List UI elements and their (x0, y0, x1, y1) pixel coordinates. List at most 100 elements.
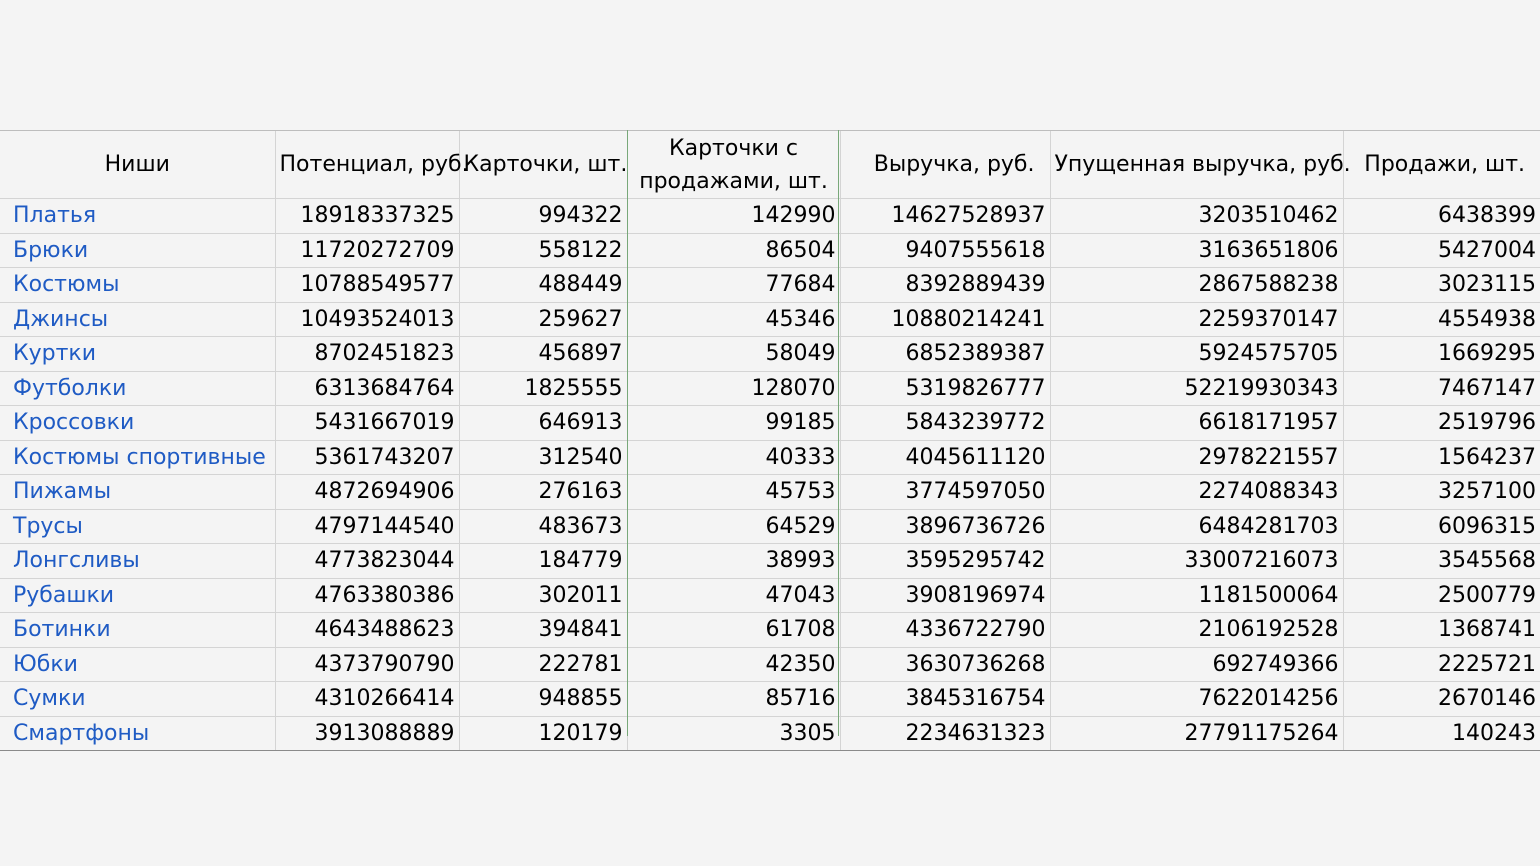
cell-lost-revenue[interactable]: 27791175264 (1049, 716, 1343, 751)
cell-cards[interactable]: 558122 (458, 233, 627, 268)
cell-cards-with-sales[interactable]: 77684 (626, 267, 840, 303)
niche-link[interactable]: Брюки (13, 238, 88, 263)
cell-revenue[interactable]: 3896736726 (839, 509, 1050, 544)
cell-revenue[interactable]: 4045611120 (839, 440, 1050, 475)
cell-lost-revenue[interactable]: 2106192528 (1049, 612, 1343, 648)
cell-potential[interactable]: 4797144540 (274, 509, 459, 544)
cell-sales[interactable]: 2670146 (1342, 681, 1540, 717)
cell-sales[interactable]: 3023115 (1342, 267, 1540, 303)
cell-niche[interactable]: Платья (0, 198, 275, 234)
cell-lost-revenue[interactable]: 2867588238 (1049, 267, 1343, 303)
cell-cards[interactable]: 456897 (458, 336, 627, 372)
cell-cards-with-sales[interactable]: 40333 (626, 440, 840, 475)
cell-niche[interactable]: Смартфоны (0, 716, 275, 751)
cell-cards-with-sales[interactable]: 99185 (626, 405, 840, 441)
cell-cards[interactable]: 488449 (458, 267, 627, 303)
cell-lost-revenue[interactable]: 2978221557 (1049, 440, 1343, 475)
cell-cards[interactable]: 302011 (458, 578, 627, 613)
cell-lost-revenue[interactable]: 692749366 (1049, 647, 1343, 682)
cell-sales[interactable]: 1669295 (1342, 336, 1540, 372)
cell-cards[interactable]: 222781 (458, 647, 627, 682)
cell-potential[interactable]: 6313684764 (274, 371, 459, 406)
cell-cards-with-sales[interactable]: 42350 (626, 647, 840, 682)
cell-cards-with-sales[interactable]: 142990 (626, 198, 840, 234)
cell-revenue[interactable]: 3845316754 (839, 681, 1050, 717)
header-sales[interactable]: Продажи, шт. (1342, 130, 1540, 199)
cell-lost-revenue[interactable]: 6484281703 (1049, 509, 1343, 544)
cell-cards-with-sales[interactable]: 58049 (626, 336, 840, 372)
niche-link[interactable]: Пижамы (13, 479, 111, 504)
cell-cards-with-sales[interactable]: 86504 (626, 233, 840, 268)
cell-potential[interactable]: 5361743207 (274, 440, 459, 475)
cell-sales[interactable]: 1564237 (1342, 440, 1540, 475)
cell-cards[interactable]: 312540 (458, 440, 627, 475)
cell-cards[interactable]: 394841 (458, 612, 627, 648)
cell-sales[interactable]: 2225721 (1342, 647, 1540, 682)
cell-lost-revenue[interactable]: 33007216073 (1049, 543, 1343, 579)
cell-cards[interactable]: 120179 (458, 716, 627, 751)
cell-revenue[interactable]: 3774597050 (839, 474, 1050, 510)
niche-link[interactable]: Кроссовки (13, 410, 134, 435)
cell-niche[interactable]: Футболки (0, 371, 275, 406)
niche-link[interactable]: Футболки (13, 376, 126, 401)
cell-potential[interactable]: 4643488623 (274, 612, 459, 648)
cell-sales[interactable]: 7467147 (1342, 371, 1540, 406)
cell-sales[interactable]: 6096315 (1342, 509, 1540, 544)
cell-revenue[interactable]: 6852389387 (839, 336, 1050, 372)
cell-niche[interactable]: Кроссовки (0, 405, 275, 441)
cell-potential[interactable]: 10493524013 (274, 302, 459, 337)
cell-niche[interactable]: Куртки (0, 336, 275, 372)
cell-niche[interactable]: Брюки (0, 233, 275, 268)
niche-link[interactable]: Ботинки (13, 617, 111, 642)
cell-potential[interactable]: 3913088889 (274, 716, 459, 751)
cell-revenue[interactable]: 10880214241 (839, 302, 1050, 337)
cell-cards-with-sales[interactable]: 64529 (626, 509, 840, 544)
cell-cards[interactable]: 948855 (458, 681, 627, 717)
cell-potential[interactable]: 4872694906 (274, 474, 459, 510)
cell-lost-revenue[interactable]: 2274088343 (1049, 474, 1343, 510)
niche-link[interactable]: Куртки (13, 341, 96, 366)
cell-cards[interactable]: 646913 (458, 405, 627, 441)
niche-link[interactable]: Костюмы спортивные (13, 445, 266, 470)
header-revenue[interactable]: Выручка, руб. (839, 130, 1050, 199)
cell-cards-with-sales[interactable]: 45753 (626, 474, 840, 510)
cell-revenue[interactable]: 3908196974 (839, 578, 1050, 613)
header-potential[interactable]: Потенциал, руб. (274, 130, 469, 199)
cell-niche[interactable]: Трусы (0, 509, 275, 544)
cell-lost-revenue[interactable]: 7622014256 (1049, 681, 1343, 717)
cell-potential[interactable]: 5431667019 (274, 405, 459, 441)
cell-niche[interactable]: Пижамы (0, 474, 275, 510)
cell-lost-revenue[interactable]: 2259370147 (1049, 302, 1343, 337)
cell-cards[interactable]: 483673 (458, 509, 627, 544)
cell-sales[interactable]: 2500779 (1342, 578, 1540, 613)
cell-cards-with-sales[interactable]: 85716 (626, 681, 840, 717)
cell-revenue[interactable]: 3630736268 (839, 647, 1050, 682)
cell-cards-with-sales[interactable]: 61708 (626, 612, 840, 648)
cell-sales[interactable]: 2519796 (1342, 405, 1540, 441)
header-cards-with-sales[interactable]: Карточки с продажами, шт. (626, 130, 840, 199)
cell-potential[interactable]: 4773823044 (274, 543, 459, 579)
header-niches[interactable]: Ниши (0, 130, 275, 199)
cell-niche[interactable]: Ботинки (0, 612, 275, 648)
cell-revenue[interactable]: 5319826777 (839, 371, 1050, 406)
niche-link[interactable]: Костюмы (13, 272, 119, 297)
cell-lost-revenue[interactable]: 3203510462 (1049, 198, 1343, 234)
cell-niche[interactable]: Костюмы (0, 267, 275, 303)
cell-potential[interactable]: 11720272709 (274, 233, 459, 268)
cell-cards[interactable]: 276163 (458, 474, 627, 510)
cell-sales[interactable]: 3257100 (1342, 474, 1540, 510)
cell-lost-revenue[interactable]: 5924575705 (1049, 336, 1343, 372)
cell-cards[interactable]: 184779 (458, 543, 627, 579)
cell-sales[interactable]: 6438399 (1342, 198, 1540, 234)
niche-link[interactable]: Сумки (13, 686, 86, 711)
header-cards[interactable]: Карточки, шт. (458, 130, 627, 199)
cell-potential[interactable]: 10788549577 (274, 267, 459, 303)
cell-lost-revenue[interactable]: 3163651806 (1049, 233, 1343, 268)
cell-revenue[interactable]: 2234631323 (839, 716, 1050, 751)
cell-sales[interactable]: 1368741 (1342, 612, 1540, 648)
cell-revenue[interactable]: 8392889439 (839, 267, 1050, 303)
cell-cards-with-sales[interactable]: 3305 (626, 716, 840, 751)
cell-cards-with-sales[interactable]: 128070 (626, 371, 840, 406)
cell-potential[interactable]: 4373790790 (274, 647, 459, 682)
cell-lost-revenue[interactable]: 52219930343 (1049, 371, 1343, 406)
